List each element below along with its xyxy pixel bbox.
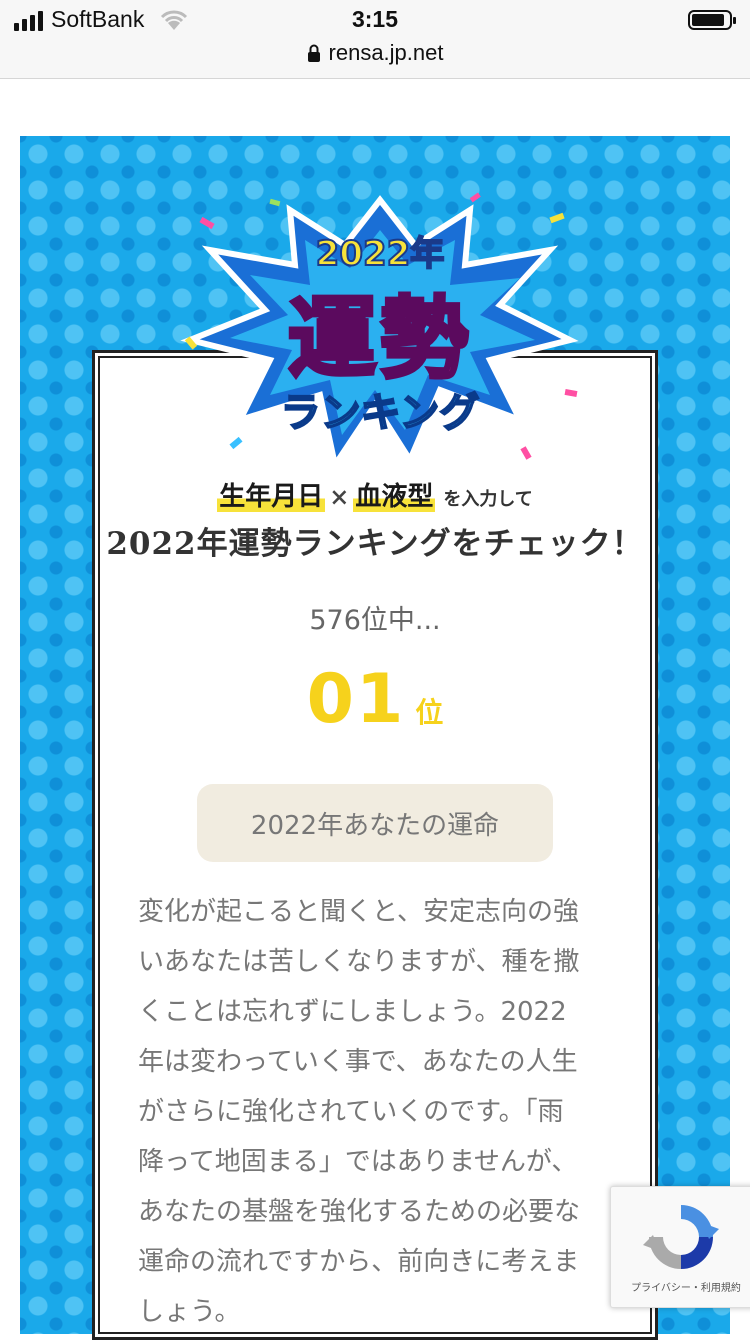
battery-icon bbox=[688, 10, 736, 30]
intro-suffix: を入力して bbox=[443, 489, 533, 510]
recaptcha-badge[interactable]: プライバシー・利用規約 bbox=[610, 1186, 750, 1308]
logo-subtitle: ランキング bbox=[280, 389, 481, 437]
logo-title: 運勢 bbox=[286, 285, 472, 392]
recaptcha-links[interactable]: プライバシー・利用規約 bbox=[611, 1279, 750, 1294]
rank-total: 576位中... bbox=[309, 605, 441, 636]
address-bar[interactable]: rensa.jp.net bbox=[0, 40, 750, 66]
fate-title-box: 2022年あなたの運命 bbox=[197, 784, 553, 862]
intro-line: 生年月日 × 血液型 を入力して bbox=[0, 476, 750, 513]
status-bar: SoftBank 3:15 rensa.jp.net bbox=[0, 0, 750, 79]
recaptcha-icon bbox=[643, 1205, 719, 1269]
blood-type-label: 血液型 bbox=[353, 482, 436, 512]
fortune-description: 変化が起こると聞くと、安定志向の強 いあなたは苦しくなりますが、種を撒 くことは… bbox=[138, 897, 581, 1327]
rank-number: 01 bbox=[306, 660, 406, 739]
birthdate-label: 生年月日 bbox=[217, 482, 326, 512]
url-text: rensa.jp.net bbox=[328, 40, 444, 65]
times-symbol: × bbox=[329, 482, 350, 511]
rank-result: 01 位 bbox=[0, 660, 750, 739]
page-headline: 2022年運勢ランキングをチェック！ bbox=[106, 526, 644, 562]
fortune-ranking-logo: 2022年 運勢 ランキング bbox=[170, 190, 590, 480]
lock-icon bbox=[307, 44, 320, 62]
rank-suffix: 位 bbox=[415, 696, 444, 729]
status-time: 3:15 bbox=[351, 6, 399, 32]
